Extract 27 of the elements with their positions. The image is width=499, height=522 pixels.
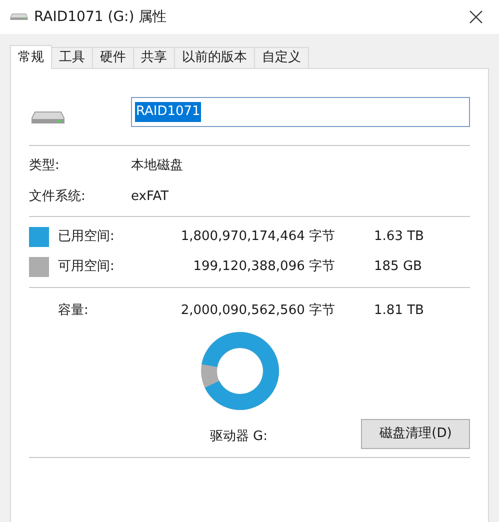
drive-label: 驱动器 G: [210,428,268,446]
tab[interactable]: 自定义 [255,47,309,68]
close-icon[interactable] [469,10,483,24]
info-label: 类型: [29,157,60,175]
tab[interactable]: 工具 [52,47,93,68]
space-label: 已用空间: [58,228,116,246]
window-title: RAID1071 (G:) 属性 [34,8,167,26]
tab[interactable]: 以前的版本 [175,47,255,68]
field-value: RAID1071 [135,102,202,122]
space-size: 185 GB [374,258,422,276]
info-value: 本地磁盘 [131,157,183,175]
name-field[interactable]: RAID1071 [131,97,470,127]
disk-cleanup-button[interactable]: 磁盘清理(D) [361,418,470,448]
tab[interactable]: 共享 [134,47,175,68]
space-bytes: 1,800,970,174,464 字节 [180,228,335,246]
info-label: 文件系统: [29,188,86,206]
space-bytes: 199,120,388,096 字节 [192,258,335,276]
space-size: 1.63 TB [374,228,424,246]
drive-icon [10,13,28,21]
capacity-label: 容量: [57,302,90,320]
capacity-bytes: 2,000,090,562,560 字节 [180,302,335,320]
space-label: 可用空间: [58,258,116,276]
drive-icon [31,111,65,125]
info-value: exFAT [131,188,169,206]
tab[interactable]: 常规 [10,45,52,69]
tab[interactable]: 硬件 [93,47,134,68]
capacity-size: 1.81 TB [374,302,424,320]
